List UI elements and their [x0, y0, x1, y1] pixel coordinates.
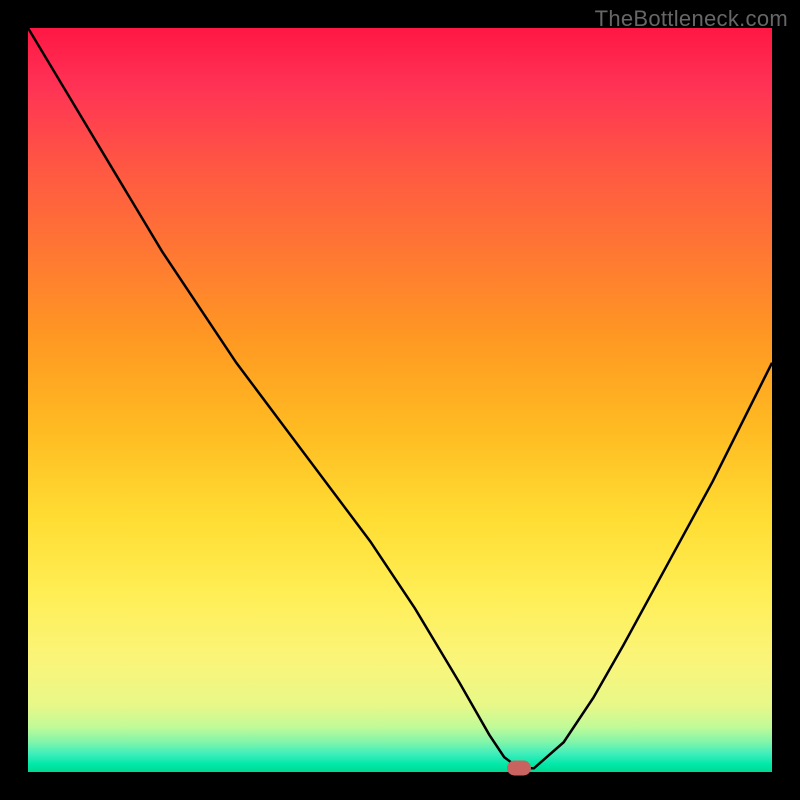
bottleneck-curve [28, 28, 772, 772]
chart-container [28, 28, 772, 772]
optimal-point-marker [507, 761, 531, 776]
watermark-text: TheBottleneck.com [595, 6, 788, 32]
